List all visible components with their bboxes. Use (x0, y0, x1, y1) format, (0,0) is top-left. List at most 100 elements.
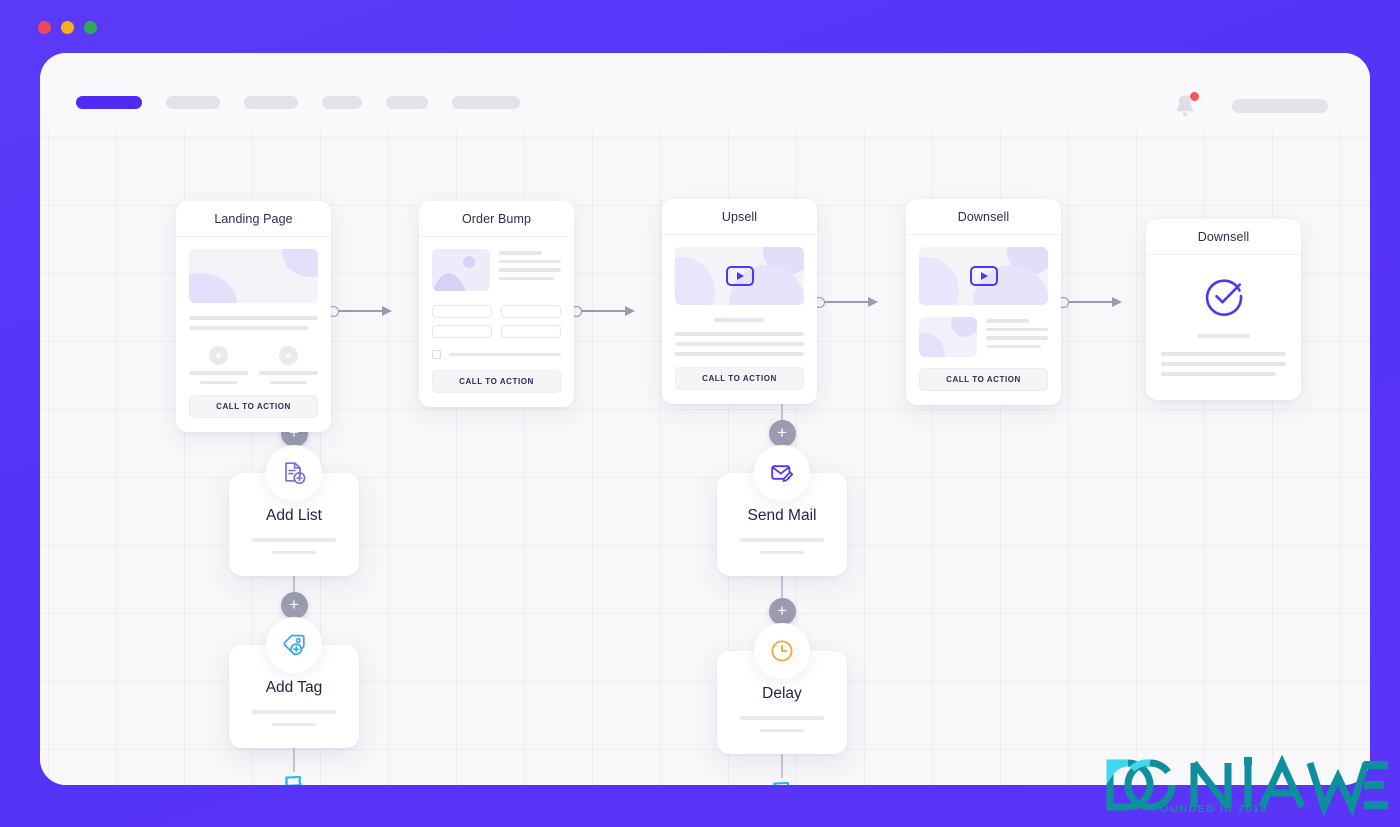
funnel-step-title: Upsell (662, 199, 817, 235)
automation-node-send-mail[interactable]: Send Mail (717, 445, 847, 576)
window-controls (38, 21, 97, 34)
text-line (739, 538, 825, 542)
connector-line (582, 310, 625, 312)
text-line (499, 276, 554, 280)
call-to-action-button[interactable]: CALL TO ACTION (189, 395, 318, 418)
node-title: Delay (762, 685, 802, 702)
sidebar-item-3[interactable] (244, 96, 298, 109)
topbar-actions (1174, 91, 1328, 118)
text-line (986, 327, 1048, 331)
add-step-button[interactable]: + (768, 598, 796, 625)
close-button[interactable] (38, 21, 51, 34)
mail-edit-icon (754, 445, 810, 501)
funnel-step-title: Downsell (1146, 219, 1301, 255)
connector-landing-to-orderbump (328, 305, 392, 317)
text-line (272, 722, 316, 726)
connector-line (781, 576, 783, 598)
check-circle-icon (1205, 279, 1242, 316)
star-icon (209, 346, 229, 365)
text-line (760, 728, 804, 732)
call-to-action-button[interactable]: CALL TO ACTION (432, 370, 561, 393)
document-add-icon (266, 445, 322, 501)
video-placeholder[interactable] (919, 247, 1048, 305)
sidebar-item-6[interactable] (452, 96, 520, 109)
automation-node-add-tag[interactable]: Add Tag (229, 617, 359, 748)
call-to-action-button[interactable]: CALL TO ACTION (675, 366, 804, 390)
form-field[interactable] (501, 305, 561, 318)
plus-icon: + (777, 423, 787, 442)
funnel-step-title: Downsell (906, 199, 1061, 235)
product-text-lines (499, 249, 561, 291)
funnel-step-upsell[interactable]: Upsell CALL TO ACTION (662, 199, 817, 404)
funnel-step-thankyou[interactable]: Downsell (1146, 219, 1301, 400)
funnel-step-downsell[interactable]: Downsell CALL TO ACTION (906, 199, 1061, 405)
text-line (675, 341, 804, 346)
maximize-button[interactable] (84, 21, 97, 34)
decor-blob (189, 273, 237, 303)
text-line (1197, 334, 1250, 338)
minimize-button[interactable] (61, 21, 74, 34)
text-line (189, 371, 249, 375)
success-icon-wrap (1161, 275, 1286, 317)
text-line (1161, 361, 1286, 366)
sidebar-item-5[interactable] (386, 96, 428, 109)
play-button-icon[interactable] (969, 266, 998, 286)
connector-arrow-icon (868, 297, 878, 307)
text-line (675, 351, 804, 356)
consent-checkbox[interactable] (432, 350, 441, 359)
play-triangle-icon (737, 272, 744, 280)
funnel-step-title: Order Bump (419, 201, 574, 237)
app-window-frame: Landing Page CALL TO ACTION Order Bump C… (0, 0, 1400, 827)
funnel-step-body: CALL TO ACTION (176, 237, 331, 432)
play-triangle-icon (981, 272, 988, 280)
add-step-button[interactable]: + (280, 592, 308, 619)
text-line (189, 316, 318, 320)
text-line (189, 326, 308, 330)
form-field[interactable] (501, 325, 561, 338)
text-line (251, 538, 337, 542)
text-line (986, 319, 1030, 323)
play-button-icon[interactable] (725, 266, 754, 286)
consent-row (432, 350, 561, 359)
call-to-action-button[interactable]: CALL TO ACTION (919, 368, 1048, 391)
notification-button[interactable] (1174, 91, 1200, 118)
automation-node-add-list[interactable]: Add List (229, 445, 359, 576)
automation-node-delay[interactable]: Delay (717, 623, 847, 754)
feature-item (258, 346, 318, 384)
connector-line (339, 310, 382, 312)
funnel-canvas[interactable]: Landing Page CALL TO ACTION Order Bump C… (40, 131, 1370, 785)
form-field[interactable] (432, 325, 492, 338)
node-title: Add List (265, 507, 322, 524)
sidebar-item-4[interactable] (322, 96, 362, 109)
nav-menu (76, 96, 520, 109)
product-text-lines (986, 317, 1048, 357)
text-line (499, 268, 561, 272)
funnel-step-order-bump[interactable]: Order Bump CALL TO ACTION (419, 201, 574, 407)
tag-add-icon (266, 617, 322, 673)
form-field[interactable] (432, 305, 492, 318)
add-step-button[interactable]: + (768, 420, 796, 447)
connector-line (1069, 301, 1112, 303)
clock-icon (754, 623, 810, 679)
funnel-step-landing-page[interactable]: Landing Page CALL TO ACTION (176, 201, 331, 432)
text-line (1161, 351, 1286, 356)
text-line (251, 710, 337, 714)
sidebar-item-1[interactable] (76, 96, 142, 109)
text-line (760, 550, 804, 554)
text-line (272, 550, 316, 554)
top-navigation-bar (40, 53, 1370, 131)
text-line (269, 380, 307, 384)
funnel-step-title: Landing Page (176, 201, 331, 237)
text-line (449, 352, 561, 357)
plus-icon: + (777, 601, 787, 620)
automation-branch-left: + Add List + Add Tag (229, 389, 359, 785)
product-image-placeholder (919, 317, 977, 357)
star-icon (278, 346, 298, 365)
connector-arrow-icon (625, 306, 635, 316)
text-line (258, 371, 318, 375)
search-input[interactable] (1232, 98, 1328, 113)
video-placeholder[interactable] (675, 247, 804, 305)
text-line (1161, 371, 1276, 376)
feature-item (189, 346, 249, 384)
sidebar-item-2[interactable] (166, 96, 220, 109)
